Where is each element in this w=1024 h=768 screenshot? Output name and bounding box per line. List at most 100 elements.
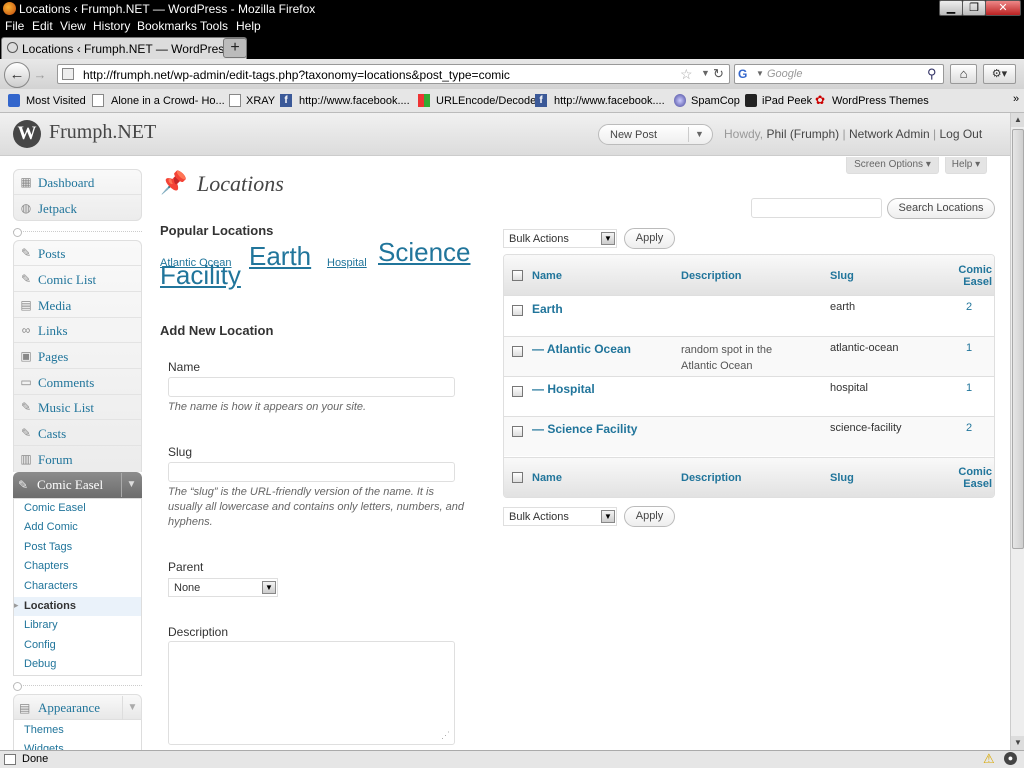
search-icon[interactable]: ⚲ — [927, 66, 937, 82]
description-textarea[interactable]: ⋰ — [168, 641, 455, 745]
chevron-down-icon[interactable]: ▼ — [601, 510, 615, 523]
search-engine-dropdown-icon[interactable]: ▼ — [756, 69, 764, 78]
maximize-button[interactable]: ❐ — [962, 0, 986, 16]
row-checkbox[interactable] — [512, 305, 523, 316]
url-bar[interactable]: http://frumph.net/wp-admin/edit-tags.php… — [57, 64, 730, 84]
screen-options-button[interactable]: Screen Options ▾ — [846, 157, 939, 174]
scroll-up-icon[interactable]: ▲ — [1011, 113, 1024, 127]
search-box[interactable]: G ▼ Google ⚲ — [734, 64, 944, 84]
scrollbar-thumb[interactable] — [1012, 129, 1024, 549]
menu-view[interactable]: View — [60, 19, 86, 33]
menu-media[interactable]: ▤ Media — [14, 293, 141, 318]
select-all-checkbox[interactable] — [512, 270, 523, 281]
submenu-widgets[interactable]: Widgets — [24, 743, 64, 750]
chevron-down-icon[interactable]: ▼ — [601, 232, 615, 245]
submenu-add-comic[interactable]: Add Comic — [24, 521, 78, 533]
column-name[interactable]: Name — [532, 270, 562, 282]
vertical-scrollbar[interactable]: ▲ ▼ — [1010, 113, 1024, 750]
chevron-down-icon[interactable]: ▼ — [121, 473, 141, 497]
menu-edit[interactable]: Edit — [32, 19, 53, 33]
reload-icon[interactable]: ↻ — [713, 66, 724, 82]
new-tab-button[interactable]: + — [223, 38, 247, 58]
menu-jetpack[interactable]: ◍ Jetpack — [14, 196, 141, 221]
column-comic-easel[interactable]: Comic Easel — [942, 466, 992, 490]
submenu-chapters[interactable]: Chapters — [24, 560, 69, 572]
menu-comic-list[interactable]: ✎ Comic List — [14, 267, 141, 292]
menu-pages[interactable]: ▣ Pages — [14, 344, 141, 369]
bookmarks-overflow-icon[interactable]: » — [1013, 93, 1019, 105]
row-count-link[interactable]: 1 — [966, 342, 972, 354]
apply-button-bottom[interactable]: Apply — [624, 506, 675, 527]
name-input[interactable] — [168, 377, 455, 397]
warning-icon[interactable]: ⚠ — [983, 751, 995, 767]
google-icon[interactable]: G — [738, 67, 754, 81]
user-name-link[interactable]: Phil (Frumph) — [766, 127, 839, 141]
submenu-comic-easel[interactable]: Comic Easel — [24, 502, 86, 514]
bookmark-urlencode[interactable]: URLEncode/Decode — [436, 95, 536, 107]
menu-help[interactable]: Help — [236, 19, 261, 33]
search-locations-button[interactable]: Search Locations — [887, 198, 995, 219]
minimize-button[interactable]: ▁ — [939, 0, 963, 16]
home-button[interactable]: ⌂ — [950, 64, 977, 84]
addon-status-icon[interactable]: ● — [1004, 752, 1017, 765]
menu-tools[interactable]: Tools — [200, 19, 228, 33]
column-slug[interactable]: Slug — [830, 472, 854, 484]
bookmark-facebook-1[interactable]: http://www.facebook.... — [299, 95, 410, 107]
menu-comments[interactable]: ▭ Comments — [14, 370, 141, 395]
bookmark-facebook-2[interactable]: http://www.facebook.... — [554, 95, 665, 107]
menu-file[interactable]: File — [5, 19, 24, 33]
back-button[interactable]: ← — [4, 62, 30, 88]
close-window-button[interactable]: ✕ — [985, 0, 1021, 16]
scroll-down-icon[interactable]: ▼ — [1011, 736, 1024, 750]
bookmark-most-visited[interactable]: Most Visited — [26, 95, 86, 107]
browser-tab[interactable]: Locations ‹ Frumph.NET — WordPress — [1, 37, 247, 59]
row-checkbox[interactable] — [512, 386, 523, 397]
chevron-down-icon[interactable]: ▼ — [695, 129, 704, 139]
column-description[interactable]: Description — [681, 472, 742, 484]
site-name[interactable]: Frumph.NET — [49, 121, 156, 144]
menu-forum[interactable]: ▥ Forum — [14, 447, 141, 472]
submenu-locations[interactable]: Locations — [24, 600, 76, 612]
column-name[interactable]: Name — [532, 472, 562, 484]
submenu-config[interactable]: Config — [24, 639, 56, 651]
log-out-link[interactable]: Log Out — [939, 127, 982, 141]
parent-select[interactable]: None ▼ — [168, 578, 278, 597]
bookmark-star-icon[interactable]: ☆ — [680, 66, 693, 83]
bookmark-xray[interactable]: XRAY — [246, 95, 275, 107]
bookmark-ipad-peek[interactable]: iPad Peek — [762, 95, 812, 107]
row-checkbox[interactable] — [512, 346, 523, 357]
network-admin-link[interactable]: Network Admin — [849, 127, 930, 141]
tag-science-facility[interactable]: Science Facility — [160, 239, 490, 288]
row-count-link[interactable]: 1 — [966, 382, 972, 394]
menu-dashboard[interactable]: ▦ Dashboard — [14, 170, 141, 195]
column-comic-easel[interactable]: Comic Easel — [942, 264, 992, 288]
search-locations-input[interactable] — [751, 198, 882, 218]
new-post-button[interactable]: New Post ▼ — [598, 124, 713, 145]
chevron-down-icon[interactable]: ▼ — [262, 581, 276, 594]
row-name-link[interactable]: — Hospital — [532, 382, 595, 396]
submenu-debug[interactable]: Debug — [24, 658, 56, 670]
menu-bookmarks[interactable]: Bookmarks — [137, 19, 197, 33]
row-count-link[interactable]: 2 — [966, 422, 972, 434]
forward-button[interactable]: → — [30, 66, 50, 84]
row-count-link[interactable]: 2 — [966, 301, 972, 313]
apply-button[interactable]: Apply — [624, 228, 675, 249]
submenu-post-tags[interactable]: Post Tags — [24, 541, 72, 553]
bookmark-wordpress-themes[interactable]: WordPress Themes — [832, 95, 929, 107]
bookmark-spamcop[interactable]: SpamCop — [691, 95, 740, 107]
resize-grip-icon[interactable]: ⋰ — [441, 730, 450, 741]
bulk-actions-select[interactable]: Bulk Actions ▼ — [503, 229, 617, 248]
menu-casts[interactable]: ✎ Casts — [14, 421, 141, 446]
menu-appearance[interactable]: ▤ Appearance ▼ — [13, 694, 142, 720]
row-name-link[interactable]: — Science Facility — [532, 422, 637, 436]
row-checkbox[interactable] — [512, 426, 523, 437]
url-history-dropdown-icon[interactable]: ▼ — [701, 68, 710, 78]
menu-posts[interactable]: ✎ Posts — [14, 241, 141, 266]
menu-links[interactable]: ∞ Links — [14, 318, 141, 343]
bookmark-alone-in-a-crowd[interactable]: Alone in a Crowd- Ho... — [111, 95, 225, 107]
row-name-link[interactable]: Earth — [532, 302, 563, 316]
column-description[interactable]: Description — [681, 270, 742, 282]
row-name-link[interactable]: — Atlantic Ocean — [532, 342, 631, 356]
submenu-library[interactable]: Library — [24, 619, 58, 631]
slug-input[interactable] — [168, 462, 455, 482]
